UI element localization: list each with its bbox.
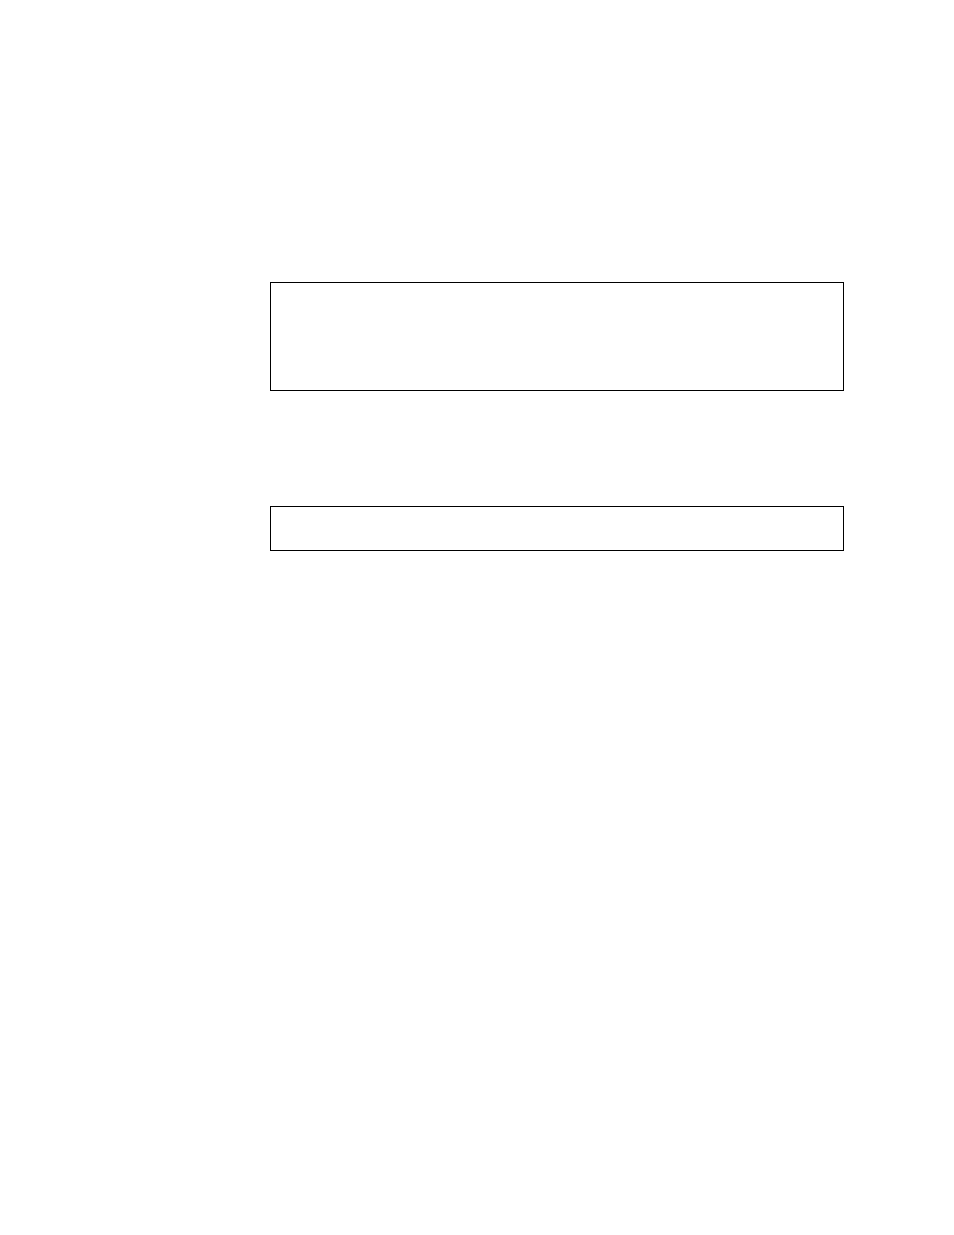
rectangle-box-1 (270, 282, 844, 391)
rectangle-box-2 (270, 506, 844, 551)
